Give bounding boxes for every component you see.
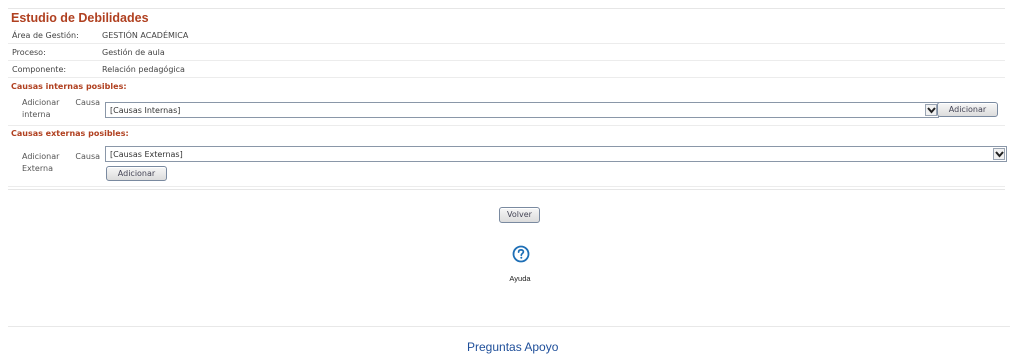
internal-causes-select[interactable]: [Causas Internas] <box>105 102 939 118</box>
add-external-word-2: Causa <box>75 152 101 161</box>
add-external-cause-label: Adicionar Causa Externa <box>22 151 100 175</box>
process-label: Proceso: <box>12 48 46 57</box>
info-row-process: Proceso: Gestión de aula <box>8 44 1005 61</box>
info-row-area: Área de Gestión: GESTIÓN ACADÉMICA <box>8 27 1005 44</box>
question-circle-icon[interactable] <box>512 245 530 263</box>
add-internal-word-2: Causa <box>75 98 101 107</box>
chevron-down-icon[interactable] <box>993 148 1005 160</box>
add-internal-cause-button[interactable]: Adicionar <box>937 102 998 117</box>
process-value: Gestión de aula <box>102 48 165 57</box>
help-button[interactable] <box>512 245 530 263</box>
add-external-word-3: Externa <box>22 164 53 173</box>
info-row-component: Componente: Relación pedagógica <box>8 61 1005 78</box>
internal-causes-row: Adicionar Causa interna [Causas Internas]… <box>8 94 1005 126</box>
internal-causes-heading: Causas internas posibles: <box>11 82 127 91</box>
back-button[interactable]: Volver <box>499 207 540 223</box>
add-internal-word-3: interna <box>22 110 51 119</box>
internal-causes-select-value: [Causas Internas] <box>110 106 181 115</box>
add-internal-word-1: Adicionar <box>22 98 60 107</box>
component-label: Componente: <box>12 65 67 74</box>
chevron-down-icon[interactable] <box>925 104 937 116</box>
external-causes-select[interactable]: [Causas Externas] <box>105 146 1007 162</box>
page-title: Estudio de Debilidades <box>11 11 149 25</box>
area-value: GESTIÓN ACADÉMICA <box>102 31 189 40</box>
footer-divider <box>8 326 1010 327</box>
component-value: Relación pedagógica <box>102 65 185 74</box>
external-causes-row: Adicionar Causa Externa [Causas Externas]… <box>8 141 1007 187</box>
add-external-cause-button[interactable]: Adicionar <box>106 166 167 181</box>
area-label: Área de Gestión: <box>12 31 79 40</box>
external-causes-heading: Causas externas posibles: <box>11 129 129 138</box>
add-internal-cause-label: Adicionar Causa interna <box>22 97 100 121</box>
external-causes-select-value: [Causas Externas] <box>110 150 183 159</box>
add-external-word-1: Adicionar <box>22 152 60 161</box>
help-label: Ayuda <box>509 274 531 283</box>
